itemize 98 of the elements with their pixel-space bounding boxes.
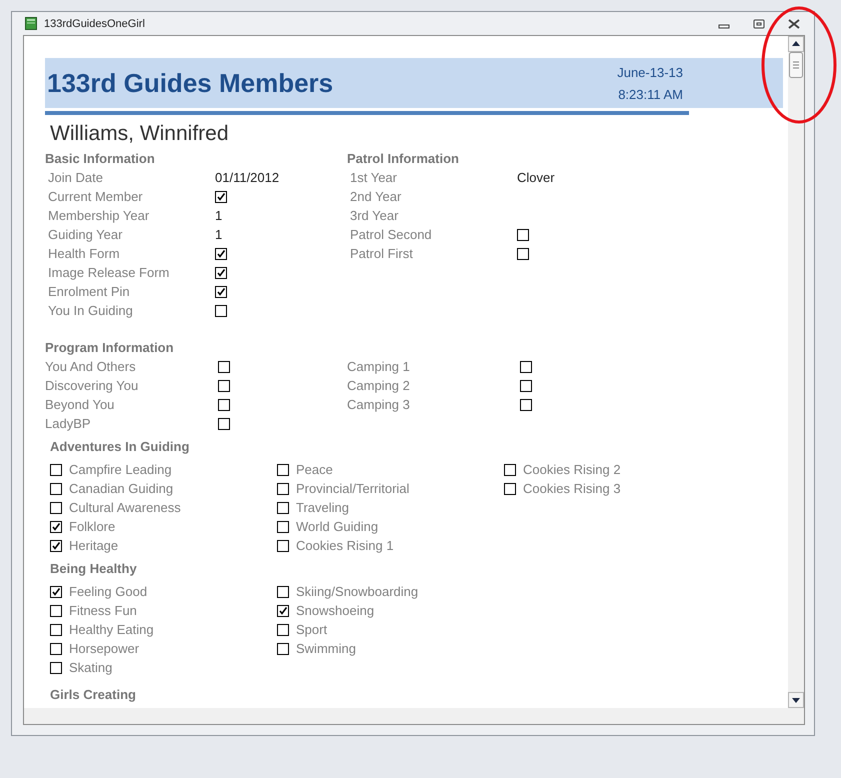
checkbox[interactable]	[50, 464, 62, 476]
scroll-down-icon[interactable]	[788, 692, 804, 708]
checkbox-label: World Guiding	[296, 519, 378, 534]
field-label: Beyond You	[45, 397, 116, 412]
section-heading: Adventures In Guiding	[49, 438, 190, 456]
checkbox[interactable]	[50, 586, 62, 598]
checkbox-label: Cookies Rising 3	[523, 481, 621, 496]
checkbox-label: Cookies Rising 1	[296, 538, 394, 553]
date-text: June-13-13	[617, 64, 683, 80]
field-label: Image Release Form	[47, 265, 170, 280]
field-label: Discovering You	[45, 378, 140, 393]
field-value: 1	[215, 208, 222, 223]
checkbox[interactable]	[218, 360, 230, 372]
field-label: You And Others	[45, 359, 137, 374]
checkbox[interactable]	[215, 248, 227, 260]
checkbox[interactable]	[504, 482, 516, 494]
field-label: Patrol First	[349, 246, 414, 261]
checkbox[interactable]	[277, 624, 289, 636]
checkbox-label: Feeling Good	[69, 584, 148, 599]
checkbox[interactable]	[277, 502, 289, 514]
checkbox[interactable]	[50, 482, 62, 494]
field-label: Patrol Second	[349, 227, 433, 242]
checkbox-label: Snowshoeing	[296, 603, 374, 618]
checkbox[interactable]	[277, 520, 289, 532]
field-label: Camping 1	[347, 359, 411, 374]
checkbox[interactable]	[215, 190, 227, 202]
checkbox-label: Sport	[296, 622, 328, 637]
checkbox[interactable]	[277, 586, 289, 598]
field-label: 2nd Year	[349, 189, 402, 204]
checkbox-label: Swimming	[296, 641, 356, 656]
checkbox[interactable]	[50, 520, 62, 532]
field-value: 1	[215, 227, 222, 242]
checkbox[interactable]	[215, 304, 227, 316]
field-label: Membership Year	[47, 208, 150, 223]
checkbox[interactable]	[215, 286, 227, 298]
time-text: 8:23:11 AM	[618, 86, 683, 102]
checkbox-label: Campfire Leading	[69, 462, 172, 477]
checkbox[interactable]	[520, 360, 532, 372]
field-label: Guiding Year	[47, 227, 124, 242]
checkbox[interactable]	[50, 662, 62, 674]
checkbox-label: Healthy Eating	[69, 622, 154, 637]
field-label: Join Date	[47, 170, 104, 185]
field-label: Camping 3	[347, 397, 411, 412]
field-label: You In Guiding	[47, 303, 134, 318]
checkbox-label: Canadian Guiding	[69, 481, 174, 496]
report-title: 133rd Guides Members	[47, 68, 334, 98]
checkbox[interactable]	[277, 604, 289, 616]
section-heading: Girls Creating	[49, 686, 137, 704]
checkbox-label: Heritage	[69, 538, 118, 553]
checkbox[interactable]	[517, 248, 529, 260]
checkbox-label: Traveling	[296, 500, 349, 515]
checkbox-label: Cookies Rising 2	[523, 462, 621, 477]
field-value: Clover	[517, 170, 555, 185]
section-heading: Basic Information	[45, 150, 156, 168]
restore-icon[interactable]	[753, 18, 765, 28]
checkbox[interactable]	[504, 464, 516, 476]
field-label: Health Form	[47, 246, 121, 261]
checkbox-label: Skiing/Snowboarding	[296, 584, 418, 599]
checkbox[interactable]	[517, 228, 529, 240]
member-name: Williams, Winnifred	[49, 121, 230, 147]
section-heading: Patrol Information	[347, 150, 460, 168]
checkbox[interactable]	[50, 540, 62, 552]
checkbox[interactable]	[277, 540, 289, 552]
checkbox[interactable]	[520, 380, 532, 392]
checkbox-label: Peace	[296, 462, 333, 477]
checkbox-label: Folklore	[69, 519, 116, 534]
window-title: 133rdGuidesOneGirl	[44, 18, 145, 30]
checkbox[interactable]	[50, 502, 62, 514]
checkbox[interactable]	[50, 604, 62, 616]
scroll-up-icon[interactable]	[788, 36, 804, 52]
checkbox[interactable]	[218, 380, 230, 392]
checkbox[interactable]	[520, 398, 532, 410]
checkbox-label: Cultural Awareness	[69, 500, 181, 515]
field-label: Enrolment Pin	[47, 284, 131, 299]
checkbox-label: Fitness Fun	[69, 603, 137, 618]
close-icon[interactable]	[788, 18, 800, 28]
checkbox[interactable]	[277, 482, 289, 494]
checkbox-label: Provincial/Territorial	[296, 481, 410, 496]
scroll-thumb[interactable]	[788, 52, 804, 78]
checkbox[interactable]	[277, 464, 289, 476]
field-label: Camping 2	[347, 378, 411, 393]
section-heading: Being Healthy	[49, 560, 138, 578]
checkbox-label: Horsepower	[69, 641, 140, 656]
field-label: Current Member	[47, 189, 144, 204]
checkbox[interactable]	[218, 398, 230, 410]
field-label: 3rd Year	[349, 208, 400, 223]
scrollbar[interactable]	[788, 36, 804, 708]
checkbox[interactable]	[215, 266, 227, 278]
book-icon	[25, 17, 37, 30]
field-value: 01/11/2012	[215, 170, 280, 185]
checkbox[interactable]	[218, 418, 230, 430]
field-label: 1st Year	[349, 170, 398, 185]
checkbox[interactable]	[50, 624, 62, 636]
section-heading: Program Information	[45, 339, 175, 357]
checkbox-label: Skating	[69, 660, 112, 675]
checkbox[interactable]	[277, 642, 289, 654]
checkbox[interactable]	[50, 642, 62, 654]
field-label: LadyBP	[45, 416, 92, 431]
